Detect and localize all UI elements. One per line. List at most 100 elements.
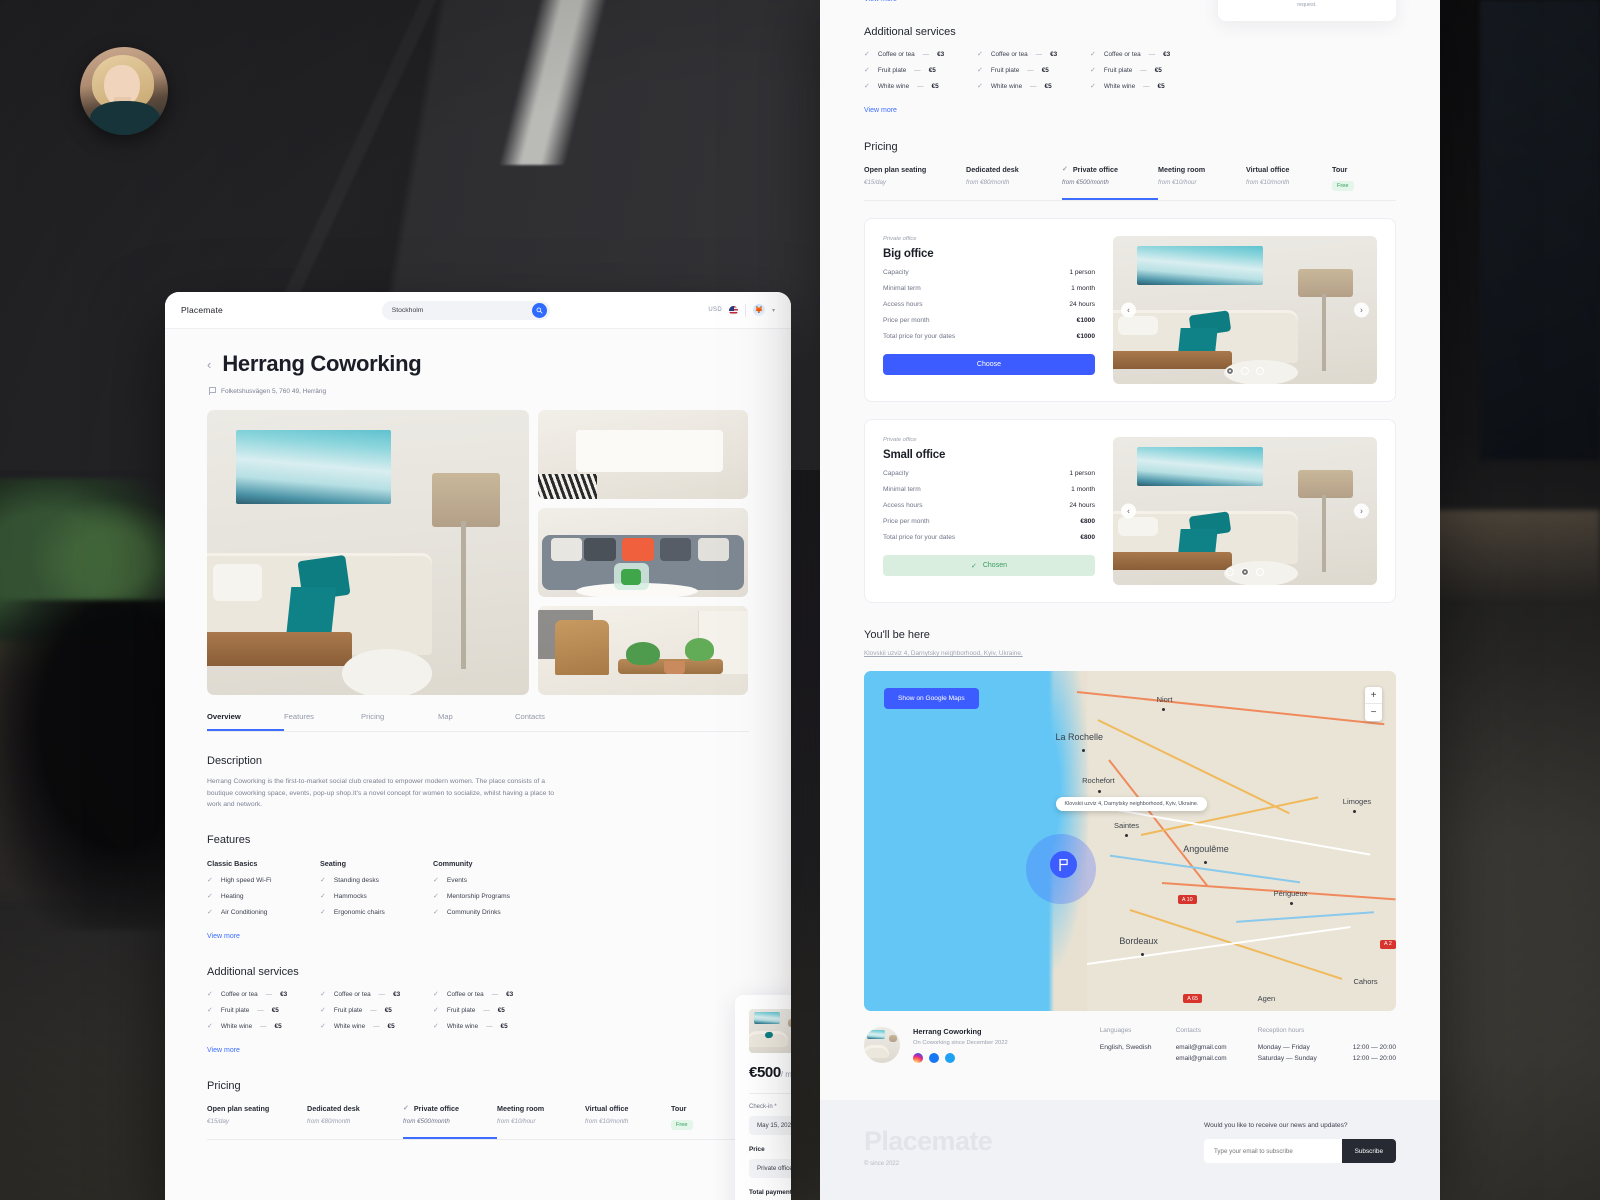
chosen-office-button[interactable]: ✓ Chosen	[883, 555, 1095, 576]
service-column: ✓ Coffee or tea — €3 ✓ Fruit plate — €5 ✓ White…	[207, 991, 320, 1039]
gallery-thumb-lounge[interactable]	[538, 508, 748, 597]
feature-group-seating: Seating ✓ Standing desks ✓ Hammocks ✓ Ergon…	[320, 859, 433, 925]
carousel-next-button[interactable]: ›	[1354, 302, 1369, 318]
pricing-tab-virtual-office[interactable]: Virtual office from €10/month	[1246, 165, 1332, 200]
gallery-thumb-workspace[interactable]	[538, 606, 748, 695]
pricing-tab-meeting-room[interactable]: Meeting room from €10/hour	[497, 1104, 585, 1139]
location-flag-icon	[209, 387, 216, 395]
search-button[interactable]	[531, 302, 547, 318]
social-links	[913, 1053, 1008, 1063]
free-badge: Free	[671, 1120, 693, 1131]
gallery-thumb-bedroom[interactable]	[538, 410, 748, 499]
carousel-dot[interactable]	[1226, 367, 1234, 375]
booking-price: €500/ month	[749, 1064, 791, 1082]
booking-thumbnail	[749, 1009, 791, 1053]
tab-map[interactable]: Map	[438, 712, 515, 731]
currency-label[interactable]: USD	[708, 307, 722, 313]
search-bar[interactable]	[381, 300, 550, 320]
services-view-more-link[interactable]: View more	[207, 1047, 240, 1054]
tab-pricing[interactable]: Pricing	[361, 712, 438, 731]
carousel-dot[interactable]	[1226, 568, 1234, 576]
gallery-main-photo[interactable]	[207, 410, 529, 695]
additional-services-heading: Additional services	[207, 966, 299, 979]
checkin-date-select[interactable]: May 15, 2021 ▾	[749, 1116, 791, 1135]
price-label: Price	[749, 1146, 765, 1153]
feature-item: ✓ Hammocks	[320, 893, 367, 901]
account-avatar-icon[interactable]: 🦊	[752, 304, 765, 316]
features-heading: Features	[207, 834, 251, 847]
newsletter-email-input[interactable]	[1204, 1139, 1342, 1163]
contact-email-2[interactable]: email@gmail.com	[1176, 1055, 1258, 1062]
service-column: ✓ Coffee or tea — €3 ✓ Fruit plate — €5 ✓ White…	[320, 991, 433, 1039]
contact-email-1[interactable]: email@gmail.com	[1176, 1044, 1258, 1051]
office-spec-row: Total price for your dates €1000	[883, 333, 1095, 340]
office-spec-row: Access hours 24 hours	[883, 301, 1095, 308]
check-icon: ✓	[977, 83, 983, 90]
carousel-prev-button[interactable]: ‹	[1121, 503, 1136, 519]
pricing-tab-open-plan-seating[interactable]: Open plan seating €15/day	[864, 165, 966, 200]
pricing-tab-dedicated-desk[interactable]: Dedicated desk from €80/month	[966, 165, 1062, 200]
choose-office-button[interactable]: Choose	[883, 354, 1095, 375]
pricing-tab-tour[interactable]: Tour Free	[671, 1104, 693, 1139]
us-flag-icon[interactable]	[728, 305, 738, 315]
pricing-tab-private-office[interactable]: ✓ Private office from €500/month	[1062, 165, 1158, 200]
map-road-shield: A 2	[1380, 939, 1396, 949]
check-icon: ✓	[433, 1007, 439, 1015]
back-button[interactable]: ‹	[207, 358, 211, 371]
map-city-label: Niort	[1156, 694, 1173, 704]
host-info: Herrang Coworking On Coworking since Dec…	[864, 1027, 1396, 1063]
booking-price-period: / month	[780, 1070, 791, 1079]
carousel-next-button[interactable]: ›	[1354, 503, 1369, 519]
tab-features[interactable]: Features	[284, 712, 361, 731]
office-kicker: Private office	[883, 236, 917, 242]
pricing-tab-dedicated-desk[interactable]: Dedicated desk from €80/month	[307, 1104, 403, 1139]
map-city-label: Angoulême	[1183, 844, 1229, 855]
carousel-prev-button[interactable]: ‹	[1121, 302, 1136, 318]
map-address-link[interactable]: Klovskii uzviz 4, Darnytsky neighborhood…	[864, 650, 1023, 657]
pricing-tab-virtual-office[interactable]: Virtual office from €10/month	[585, 1104, 671, 1139]
location-map[interactable]: Niort La Rochelle Rochefort Saintes Ango…	[864, 671, 1396, 1011]
show-on-google-maps-button[interactable]: Show on Google Maps	[884, 688, 979, 709]
booking-price-amount: €500	[749, 1064, 781, 1081]
subscribe-button[interactable]: Subscribe	[1341, 1139, 1396, 1163]
additional-services-grid: ✓ Coffee or tea — €3 ✓ Fruit plate — €5 ✓ White…	[207, 991, 562, 1039]
carousel-dot[interactable]	[1241, 367, 1249, 375]
map-zoom-in-button[interactable]: +	[1365, 687, 1382, 704]
features-view-more-link[interactable]: View more	[207, 933, 240, 940]
services-view-more-link-top[interactable]: View more	[864, 0, 897, 3]
host-avatar	[864, 1027, 900, 1063]
office-photo-carousel[interactable]: ‹ ›	[1113, 437, 1377, 585]
twitter-icon[interactable]	[945, 1053, 955, 1063]
languages-value: English, Swedish	[1099, 1044, 1152, 1051]
carousel-dot[interactable]	[1256, 568, 1264, 576]
map-tooltip: Klovskii uzviz 4, Darnytsky neighborhood…	[1055, 796, 1208, 811]
office-spec-row: Price per month €800	[883, 518, 1095, 525]
host-since: On Coworking since December 2022	[913, 1040, 1008, 1046]
services-view-more-link[interactable]: View more	[864, 107, 897, 114]
pricing-heading: Pricing	[864, 141, 898, 153]
feature-item: ✓ Events	[433, 877, 468, 885]
office-spec-row: Access hours 24 hours	[883, 502, 1095, 509]
office-photo-carousel[interactable]: ‹ ›	[1113, 236, 1377, 384]
search-input[interactable]	[391, 306, 532, 314]
brand-logo[interactable]: Placemate	[181, 305, 223, 315]
feature-item: ✓ Heating	[207, 893, 244, 901]
map-city-label: Bordeaux	[1119, 936, 1158, 947]
pricing-tab-private-office[interactable]: ✓ Private office from €500/month	[403, 1104, 497, 1140]
check-icon: ✓	[433, 991, 439, 999]
carousel-dot[interactable]	[1241, 568, 1249, 576]
chevron-down-icon[interactable]: ▾	[772, 307, 775, 314]
map-zoom-out-button[interactable]: −	[1365, 704, 1382, 721]
instagram-icon[interactable]	[913, 1053, 923, 1063]
pricing-tab-tour[interactable]: Tour Free	[1332, 165, 1354, 200]
office-kicker: Private office	[883, 437, 917, 443]
tab-overview[interactable]: Overview	[207, 712, 284, 731]
pricing-tabs: Open plan seating €15/day Dedicated desk…	[864, 165, 1396, 201]
pricing-tab-open-plan-seating[interactable]: Open plan seating €15/day	[207, 1104, 307, 1139]
check-icon: ✓	[1062, 166, 1068, 173]
pricing-tab-meeting-room[interactable]: Meeting room from €10/hour	[1158, 165, 1246, 200]
service-item: ✓ White wine — €5	[433, 1023, 508, 1031]
carousel-dot[interactable]	[1256, 367, 1264, 375]
facebook-icon[interactable]	[929, 1053, 939, 1063]
tab-contacts[interactable]: Contacts	[515, 712, 592, 731]
